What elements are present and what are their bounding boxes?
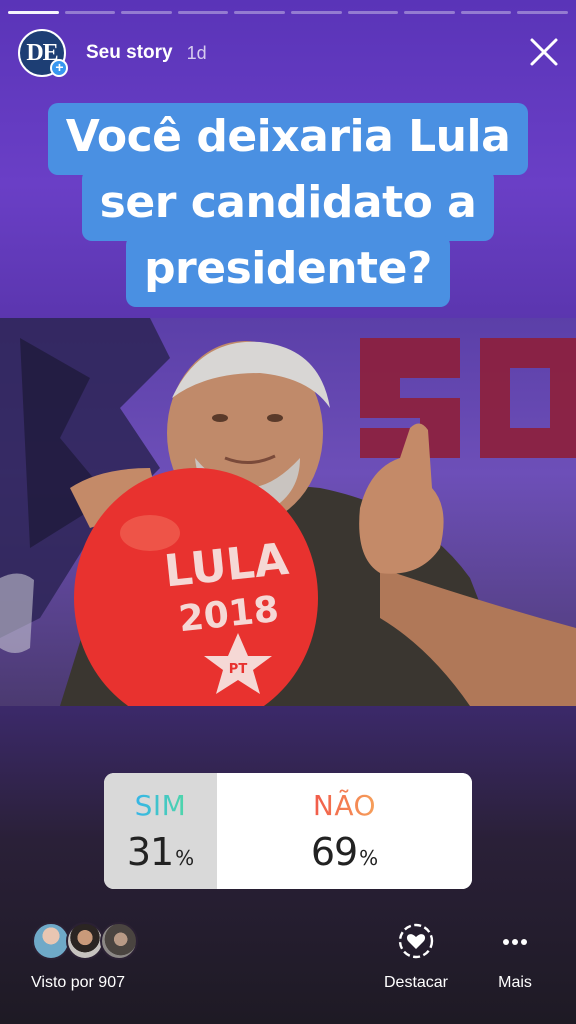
heart-circle-icon [398, 923, 434, 959]
viewer-avatar [100, 922, 138, 960]
more-label: Mais [498, 974, 532, 991]
poll-percent-value: 31 [126, 829, 174, 874]
progress-segment [347, 11, 399, 14]
plus-icon[interactable]: + [50, 59, 68, 77]
close-icon[interactable] [526, 34, 562, 70]
progress-segment [121, 11, 172, 14]
poll-option-percent: 69% [311, 830, 378, 874]
progress-segment [177, 11, 229, 14]
progress-segment [234, 11, 285, 14]
viewer-avatar [32, 922, 70, 960]
progress-segment [460, 11, 512, 14]
progress-segment [404, 11, 455, 14]
poll-percent-suffix: % [175, 845, 195, 870]
question-line: Você deixaria Lula [47, 103, 529, 175]
poll-option-sim[interactable]: SIM 31% [104, 773, 217, 889]
progress-segment [8, 11, 59, 14]
progress-segment [64, 11, 116, 14]
question-line: presidente? [126, 235, 450, 307]
post-time: 1d [186, 42, 207, 63]
poll-option-label: NÃO [312, 788, 377, 822]
story-header: DE + Seu story 1d [18, 28, 562, 78]
poll-percent-suffix: % [359, 845, 379, 870]
story-photo: LULA 2018 PT [0, 318, 576, 706]
photo-illustration: LULA 2018 PT [0, 318, 576, 706]
balloon-star-text: PT [229, 662, 248, 677]
question-line: ser candidato a [81, 169, 495, 241]
poll-option-label: SIM [134, 788, 187, 822]
username[interactable]: Seu story [86, 42, 173, 64]
viewer-avatar [66, 922, 104, 960]
highlight-button[interactable]: Destacar [378, 922, 454, 992]
poll-sticker: SIM 31% NÃO 69% [104, 773, 472, 889]
more-dots-icon [503, 939, 527, 945]
poll-option-percent: 31% [127, 830, 194, 874]
poll-option-nao[interactable]: NÃO 69% [217, 773, 472, 889]
progress-segment [290, 11, 342, 14]
seen-by-count[interactable]: Visto por 907 [31, 974, 125, 992]
highlight-label: Destacar [383, 974, 449, 991]
question-sticker: Você deixaria Lula ser candidato a presi… [0, 103, 576, 307]
profile-avatar[interactable]: DE + [18, 29, 68, 77]
poll-percent-value: 69 [310, 829, 358, 874]
progress-segment [517, 11, 568, 14]
story-progress-bar [8, 11, 568, 14]
more-button[interactable]: Mais [490, 922, 540, 992]
